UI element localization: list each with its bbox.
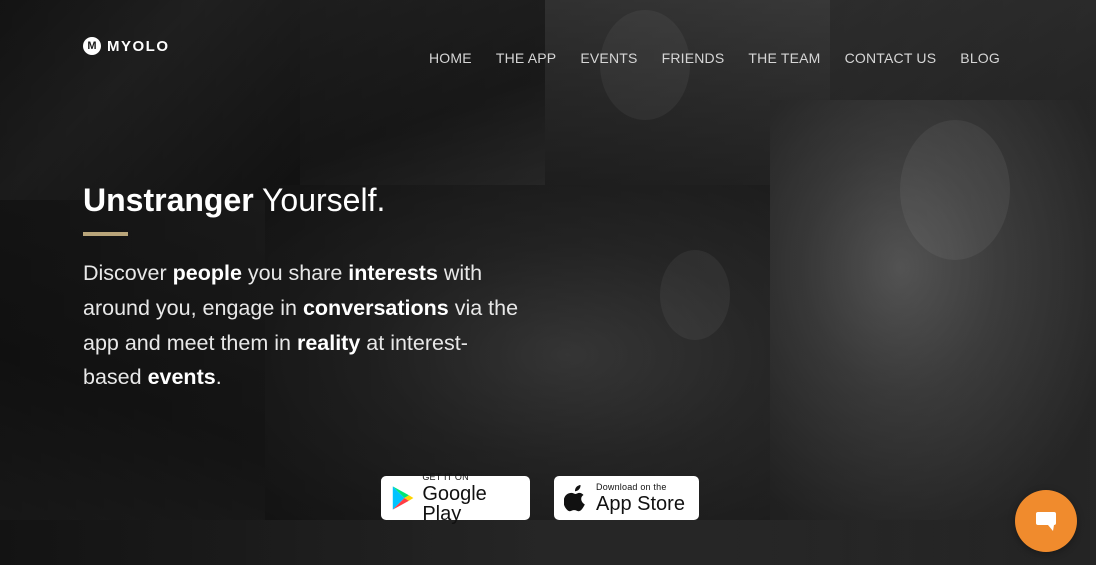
hero-text-part: .: [215, 365, 222, 390]
main-nav: HOME THE APP EVENTS FRIENDS THE TEAM CON…: [429, 50, 1000, 66]
google-badge-small: GET IT ON: [422, 471, 469, 482]
chat-bubble-icon: [1036, 512, 1056, 531]
hero-text-bold: interests: [348, 261, 438, 285]
app-store-badge[interactable]: Download on the App Store: [554, 476, 699, 520]
hero-text-bold: people: [172, 261, 242, 285]
hero-text-bold: events: [147, 365, 216, 390]
apple-badge-small: Download on the: [596, 481, 667, 492]
hero-description: Discover people you share interests with…: [83, 256, 523, 395]
hero-title-rest: Yourself.: [262, 182, 386, 218]
hero-text-part: Discover: [83, 261, 173, 285]
brand-logo[interactable]: M MYOLO: [83, 37, 170, 55]
apple-icon: [564, 485, 585, 512]
hero-title-bold: Unstranger: [83, 182, 254, 218]
google-badge-big: Google Play: [422, 482, 487, 525]
nav-contact-us[interactable]: CONTACT US: [845, 50, 937, 66]
chat-button[interactable]: [1015, 490, 1077, 552]
apple-badge-text: Download on the App Store: [596, 481, 685, 515]
brand-name: MYOLO: [107, 37, 170, 55]
hero-text-part: you share: [241, 261, 349, 285]
hero-title: Unstranger Yourself.: [83, 182, 385, 219]
nav-blog[interactable]: BLOG: [960, 50, 1000, 66]
nav-the-team[interactable]: THE TEAM: [748, 50, 820, 66]
nav-friends[interactable]: FRIENDS: [662, 50, 725, 66]
nav-home[interactable]: HOME: [429, 50, 472, 66]
google-play-icon: [392, 486, 414, 510]
google-badge-text: GET IT ON Google Play: [422, 471, 520, 525]
hero-text-bold: reality: [296, 330, 361, 355]
nav-the-app[interactable]: THE APP: [496, 50, 557, 66]
nav-events[interactable]: EVENTS: [580, 50, 637, 66]
apple-badge-big: App Store: [596, 492, 685, 515]
hero-accent-rule: [83, 232, 128, 236]
logo-mark-icon: M: [83, 37, 101, 55]
hero-text-bold: conversations: [302, 295, 449, 320]
google-play-badge[interactable]: GET IT ON Google Play: [381, 472, 530, 524]
